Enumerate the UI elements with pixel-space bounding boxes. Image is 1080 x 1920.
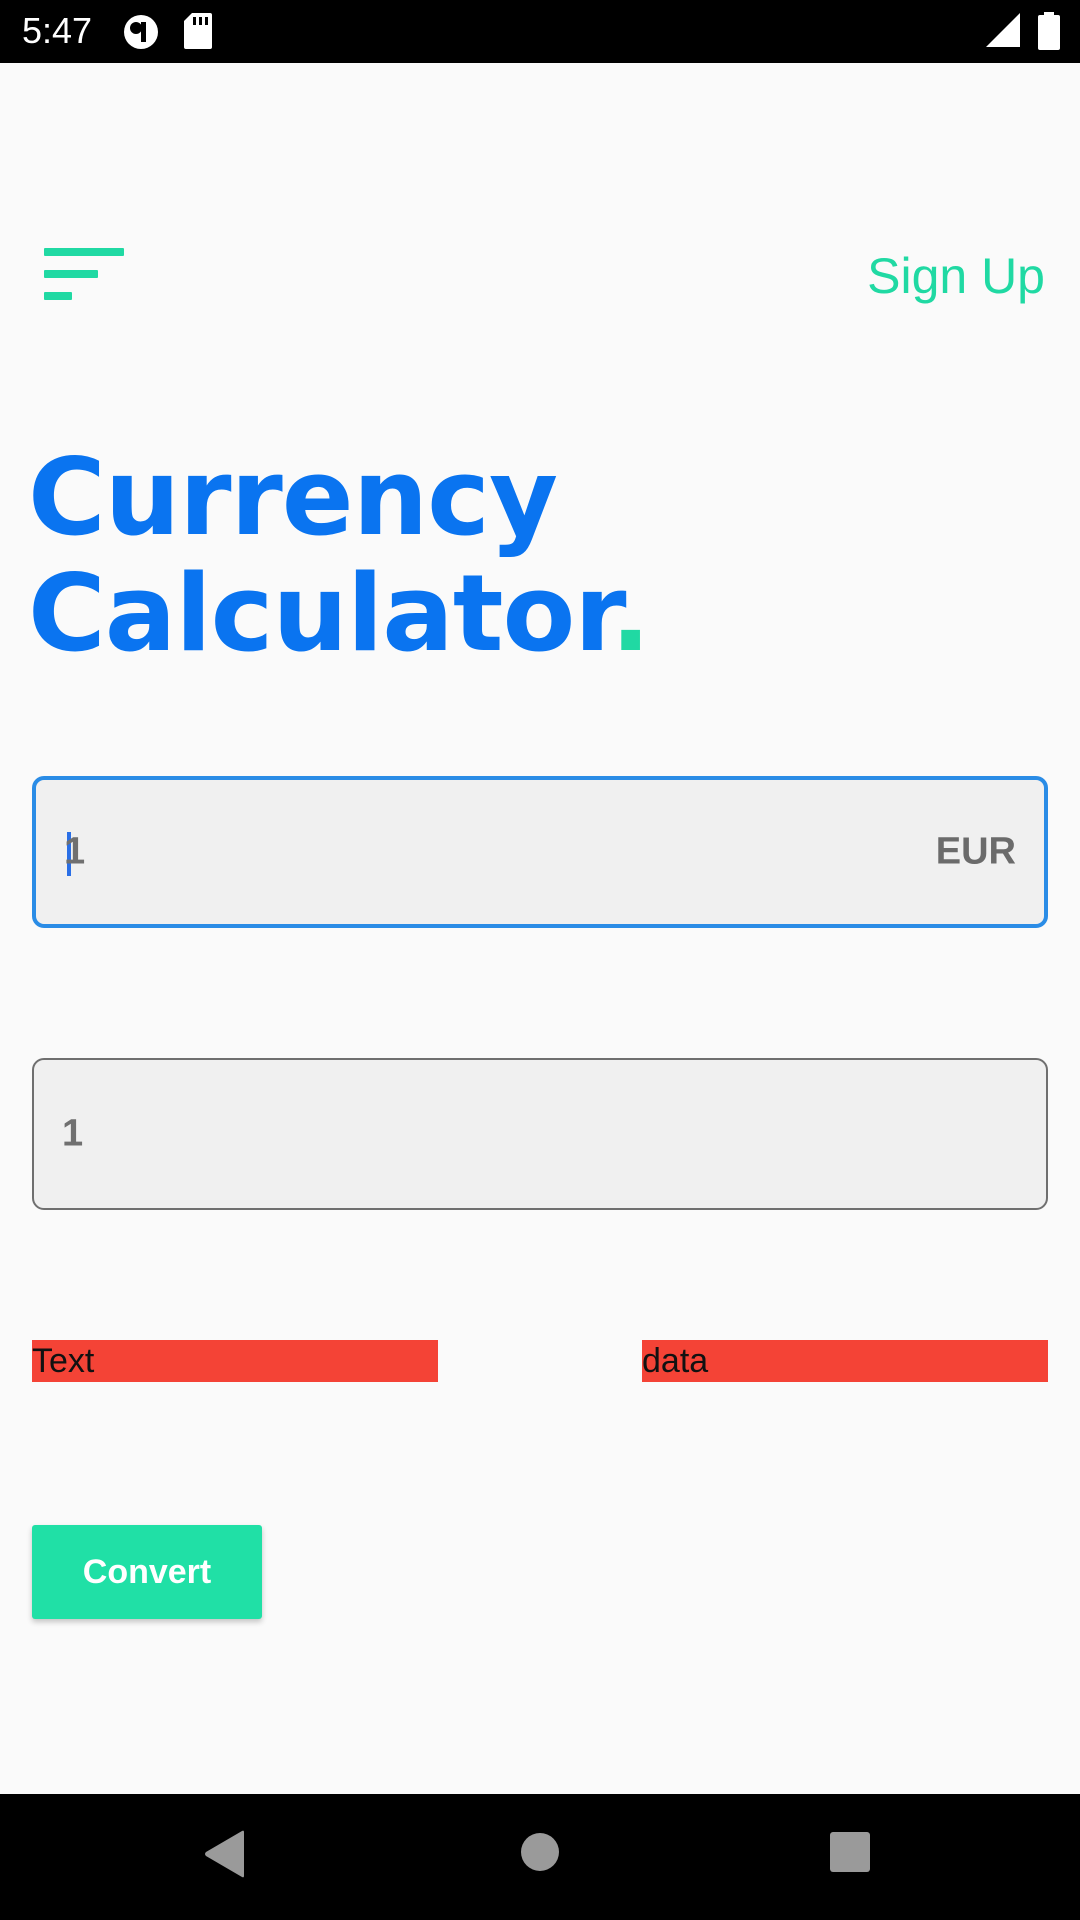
status-bar: 5:47 <box>0 0 1080 63</box>
notification-circle-icon <box>124 15 158 49</box>
title-line-2-text: Calculator <box>28 552 611 675</box>
amount-value: 1 <box>64 830 86 873</box>
info-text-right: data <box>642 1340 1048 1382</box>
sign-up-link[interactable]: Sign Up <box>867 248 1045 304</box>
status-time: 5:47 <box>22 10 93 51</box>
signal-icon <box>986 13 1020 47</box>
recents-icon[interactable] <box>830 1832 870 1872</box>
home-icon[interactable] <box>520 1832 560 1872</box>
convert-button[interactable]: Convert <box>32 1525 262 1619</box>
page-title: Currency Calculator. <box>28 436 651 672</box>
title-dot: . <box>610 552 650 675</box>
info-text-left: Text <box>32 1340 438 1382</box>
title-line-2: Calculator. <box>28 556 651 672</box>
result-value: 1 <box>62 1112 84 1155</box>
title-line-1: Currency <box>28 436 558 559</box>
battery-icon <box>1038 12 1060 50</box>
sd-card-icon <box>184 13 212 49</box>
navigation-bar <box>0 1794 1080 1920</box>
currency-code: EUR <box>935 830 1016 873</box>
hamburger-menu-icon[interactable] <box>44 246 126 302</box>
result-input[interactable]: 1 <box>32 1058 1048 1210</box>
amount-input[interactable]: 1 EUR <box>32 776 1048 928</box>
back-icon[interactable] <box>204 1830 246 1878</box>
